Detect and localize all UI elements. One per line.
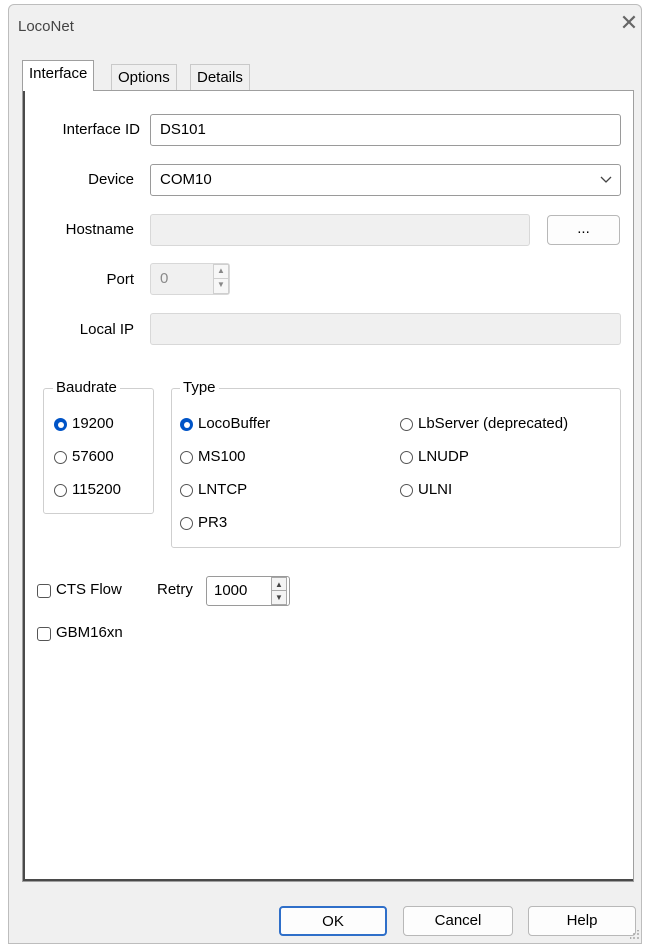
radio-ms100[interactable] — [180, 451, 193, 464]
retry-label: Retry — [157, 581, 193, 598]
radio-57600[interactable] — [54, 451, 67, 464]
radio-115200[interactable] — [54, 484, 67, 497]
spin-down-icon[interactable]: ▼ — [272, 591, 286, 604]
radio-lnudp-label[interactable]: LNUDP — [418, 448, 469, 465]
device-select-value: COM10 — [160, 171, 212, 188]
radio-lntcp-label[interactable]: LNTCP — [198, 481, 247, 498]
radio-19200[interactable] — [54, 418, 67, 431]
cancel-button[interactable]: Cancel — [403, 906, 513, 936]
device-select[interactable]: COM10 — [150, 164, 621, 196]
radio-pr3-label[interactable]: PR3 — [198, 514, 227, 531]
cts-flow-checkbox[interactable] — [37, 584, 51, 598]
spin-down-icon[interactable]: ▼ — [214, 279, 228, 293]
radio-pr3[interactable] — [180, 517, 193, 530]
retry-value: 1000 — [214, 582, 248, 599]
gbm16xn-checkbox[interactable] — [37, 627, 51, 641]
radio-19200-label[interactable]: 19200 — [72, 415, 114, 432]
radio-lntcp[interactable] — [180, 484, 193, 497]
cts-flow-label[interactable]: CTS Flow — [56, 581, 122, 598]
retry-spinner[interactable]: ▲ ▼ — [271, 577, 287, 605]
radio-lbserver-label[interactable]: LbServer (deprecated) — [418, 415, 568, 432]
radio-lnudp[interactable] — [400, 451, 413, 464]
radio-57600-label[interactable]: 57600 — [72, 448, 114, 465]
ok-button[interactable]: OK — [279, 906, 387, 936]
radio-lbserver[interactable] — [400, 418, 413, 431]
radio-ms100-label[interactable]: MS100 — [198, 448, 246, 465]
radio-locobuffer-label[interactable]: LocoBuffer — [198, 415, 270, 432]
local-ip-input[interactable] — [150, 313, 621, 345]
hostname-input[interactable] — [150, 214, 530, 246]
port-label: Port — [106, 271, 134, 288]
local-ip-label: Local IP — [79, 321, 134, 338]
radio-locobuffer[interactable] — [180, 418, 193, 431]
interface-id-label: Interface ID — [62, 121, 140, 138]
port-spinner[interactable]: ▲ ▼ — [213, 264, 229, 294]
help-button[interactable]: Help — [528, 906, 636, 936]
radio-ulni[interactable] — [400, 484, 413, 497]
spin-up-icon[interactable]: ▲ — [272, 578, 286, 591]
tab-interface[interactable]: Interface — [22, 60, 95, 91]
tab-options[interactable]: Options — [111, 64, 177, 90]
interface-id-input[interactable]: DS101 — [150, 114, 621, 146]
type-legend: Type — [180, 379, 219, 396]
gbm16xn-label[interactable]: GBM16xn — [56, 624, 123, 641]
port-value: 0 — [160, 270, 169, 287]
window-title: LocoNet — [18, 18, 74, 35]
resize-grip-icon[interactable] — [630, 930, 640, 940]
radio-115200-label[interactable]: 115200 — [72, 481, 121, 498]
baudrate-legend: Baudrate — [53, 379, 120, 396]
close-icon[interactable]: ✕ — [616, 10, 642, 36]
device-label: Device — [88, 171, 134, 188]
hostname-label: Hostname — [65, 221, 134, 238]
browse-button[interactable]: ... — [547, 215, 620, 245]
type-group — [171, 388, 621, 548]
radio-ulni-label[interactable]: ULNI — [418, 481, 452, 498]
tab-details[interactable]: Details — [190, 64, 250, 90]
chevron-down-icon — [600, 176, 612, 183]
spin-up-icon[interactable]: ▲ — [214, 265, 228, 279]
